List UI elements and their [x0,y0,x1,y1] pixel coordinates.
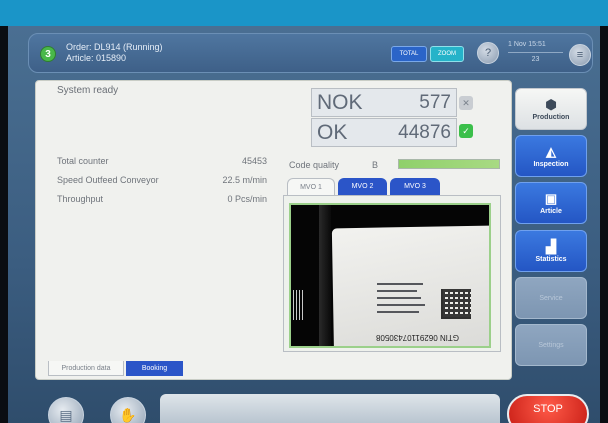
nav-production[interactable]: ⬢ Production [515,88,587,130]
nav-label: Inspection [533,161,569,168]
inspection-icon: ◭ [546,144,556,159]
nav-statistics[interactable]: ▟ Statistics [515,230,587,272]
help-icon: ? [484,47,492,59]
stat-value: 22.5 m/min [222,175,267,185]
order-info: Order: DL914 (Running) Article: 015890 [66,42,163,64]
stat-row-throughput: Throughput 0 Pcs/min [57,194,267,213]
nav-service[interactable]: Service [515,277,587,319]
nok-value: 577 [419,92,451,113]
tab-booking[interactable]: Booking [126,361,183,376]
statistics-icon: ▟ [546,239,556,254]
order-status-badge[interactable]: 3 [40,46,56,62]
tab-mvo-1[interactable]: MVO 1 [287,178,335,195]
tab-mvo-2[interactable]: MVO 2 [338,178,387,195]
nav-settings[interactable]: Settings [515,324,587,366]
bottom-message-bar [160,394,500,423]
article-icon: ▣ [544,191,558,206]
nok-reset-icon[interactable]: ✕ [459,96,473,110]
tab-production-data[interactable]: Production data [48,361,124,376]
stat-row-total: Total counter 45453 [57,156,267,175]
zoom-button[interactable]: ZOOM [430,46,464,62]
nok-counter: NOK 577 [311,88,457,117]
code-quality-label: Code quality [289,160,340,170]
nav-article[interactable]: ▣ Article [515,182,587,224]
datamatrix-code [441,289,471,319]
label-text-lines [377,283,441,318]
datetime-text: 1 Nov 15:51 [508,41,546,48]
camera-image-edge [319,205,331,346]
document-icon: ▤ [59,406,73,423]
stat-label: Total counter [57,156,109,166]
ok-label: OK [317,121,348,144]
code-quality-bar-fill [399,160,499,168]
total-button[interactable]: TOTAL [391,46,427,62]
stat-label: Speed Outfeed Conveyor [57,175,159,185]
stop-button[interactable]: STOP [507,394,589,423]
nav-label: Settings [538,341,564,349]
stat-value: 45453 [241,156,267,166]
hand-icon: ✋ [119,406,137,423]
tab-mvo-3[interactable]: MVO 3 [390,178,440,195]
code-quality-grade: B [372,160,379,170]
datetime-sub: 23 [531,56,540,63]
datetime-display: 1 Nov 15:51 23 [508,40,563,65]
code-quality-bar [398,159,500,169]
camera-image[interactable]: GTIN 06291107430508 [289,203,491,348]
stat-row-speed: Speed Outfeed Conveyor 22.5 m/min [57,175,267,194]
stat-label: Throughput [57,194,104,204]
datetime-separator [508,52,563,53]
gtin-text: GTIN 06291107430508 [376,333,460,342]
system-status-text: System ready [57,85,119,96]
nav-label: Article [540,208,562,215]
menu-icon: ≡ [576,49,584,61]
menu-button[interactable]: ≡ [569,44,591,66]
help-button[interactable]: ? [477,42,499,64]
nav-label: Statistics [535,256,567,263]
stat-value: 0 Pcs/min [227,194,267,204]
order-line: Order: DL914 (Running) [66,42,163,52]
device-bezel-top [0,0,608,26]
ok-check-icon: ✓ [459,124,473,138]
camera-barcode-fragment [293,290,303,320]
nav-inspection[interactable]: ◭ Inspection [515,135,587,177]
production-stats: Total counter 45453 Speed Outfeed Convey… [57,156,267,213]
production-icon: ⬢ [545,97,557,112]
article-line: Article: 015890 [66,53,127,63]
nav-label: Production [532,114,570,121]
ok-value: 44876 [398,122,451,143]
nok-label: NOK [317,91,363,114]
ok-counter: OK 44876 [311,118,457,147]
nav-label: Service [539,294,563,302]
